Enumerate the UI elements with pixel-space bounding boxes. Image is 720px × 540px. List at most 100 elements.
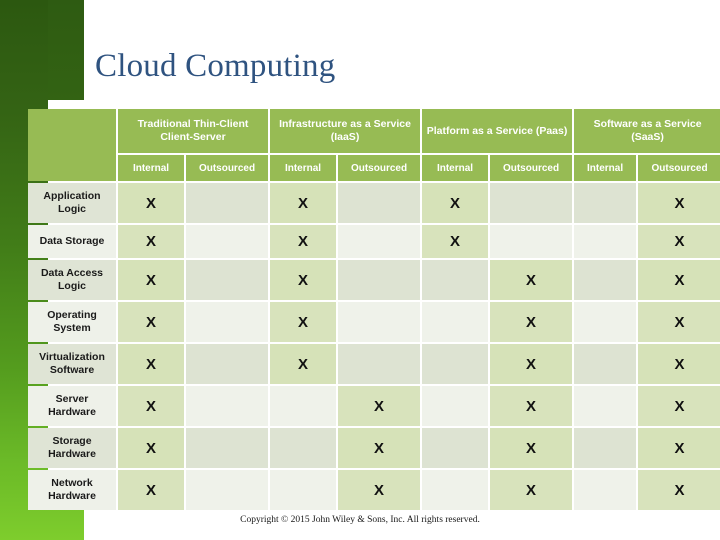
matrix-cell-empty — [574, 302, 637, 342]
matrix-cell-empty — [338, 260, 421, 300]
matrix-cell-marked: X — [270, 260, 337, 300]
row-label: Data Storage — [28, 225, 116, 258]
matrix-cell-empty — [338, 344, 421, 384]
matrix-cell-marked: X — [638, 183, 720, 223]
row-label: Application Logic — [28, 183, 116, 223]
matrix-cell-empty — [574, 225, 637, 258]
matrix-cell-empty — [186, 386, 269, 426]
column-group-traditional: Traditional Thin-Client Client-Server — [118, 109, 269, 153]
matrix-cell-marked: X — [118, 344, 184, 384]
matrix-cell-marked: X — [338, 428, 421, 468]
matrix-cell-empty — [186, 470, 269, 510]
matrix-cell-marked: X — [638, 302, 720, 342]
slide-canvas: Cloud Computing Traditional Thin-Client … — [0, 0, 720, 540]
matrix-cell-marked: X — [490, 344, 573, 384]
matrix-cell-marked: X — [422, 183, 489, 223]
cloud-responsibility-matrix: Traditional Thin-Client Client-Server In… — [26, 107, 720, 512]
matrix-cell-marked: X — [490, 260, 573, 300]
row-label: Virtualization Software — [28, 344, 116, 384]
column-group-paas: Platform as a Service (Paas) — [422, 109, 573, 153]
matrix-cell-marked: X — [638, 386, 720, 426]
matrix-cell-marked: X — [338, 386, 421, 426]
row-label: Storage Hardware — [28, 428, 116, 468]
table-row: Application Logic X X X X — [28, 183, 720, 223]
matrix-cell-marked: X — [638, 344, 720, 384]
header-group-row: Traditional Thin-Client Client-Server In… — [28, 109, 720, 181]
matrix-cell-marked: X — [118, 386, 184, 426]
matrix-cell-empty — [490, 225, 573, 258]
table-row: Data Access Logic X X X X — [28, 260, 720, 300]
matrix-cell-empty — [338, 302, 421, 342]
matrix-cell-empty — [186, 428, 269, 468]
column-group-iaas: Infrastructure as a Service (IaaS) — [270, 109, 421, 153]
matrix-cell-marked: X — [118, 183, 184, 223]
matrix-cell-empty — [422, 470, 489, 510]
matrix-cell-empty — [422, 344, 489, 384]
matrix-cell-marked: X — [338, 470, 421, 510]
subcol-paas-outsourced: Outsourced — [490, 155, 573, 181]
matrix-cell-empty — [574, 386, 637, 426]
matrix-cell-empty — [490, 183, 573, 223]
matrix-cell-marked: X — [638, 470, 720, 510]
matrix-cell-empty — [574, 344, 637, 384]
matrix-cell-marked: X — [490, 386, 573, 426]
matrix-cell-marked: X — [638, 225, 720, 258]
subcol-iaas-internal: Internal — [270, 155, 337, 181]
row-label: Data Access Logic — [28, 260, 116, 300]
copyright-notice: Copyright © 2015 John Wiley & Sons, Inc.… — [240, 515, 480, 525]
subcol-paas-internal: Internal — [422, 155, 489, 181]
matrix-cell-marked: X — [118, 428, 184, 468]
matrix-cell-empty — [422, 302, 489, 342]
matrix-cell-empty — [338, 225, 421, 258]
matrix-cell-empty — [422, 386, 489, 426]
subcol-saas-outsourced: Outsourced — [638, 155, 720, 181]
matrix-cell-empty — [186, 344, 269, 384]
table-row: Server Hardware X X X X — [28, 386, 720, 426]
matrix-cell-empty — [574, 260, 637, 300]
matrix-cell-marked: X — [118, 260, 184, 300]
subcol-traditional-internal: Internal — [118, 155, 184, 181]
matrix-cell-marked: X — [270, 344, 337, 384]
matrix-cell-empty — [422, 260, 489, 300]
column-group-saas: Software as a Service (SaaS) — [574, 109, 720, 153]
matrix-cell-marked: X — [118, 470, 184, 510]
matrix-cell-empty — [270, 470, 337, 510]
matrix-cell-empty — [186, 302, 269, 342]
matrix-cell-empty — [270, 386, 337, 426]
matrix-cell-marked: X — [270, 302, 337, 342]
matrix-cell-empty — [574, 470, 637, 510]
row-label: Server Hardware — [28, 386, 116, 426]
matrix-cell-empty — [186, 260, 269, 300]
matrix-cell-marked: X — [490, 470, 573, 510]
table-row: Network Hardware X X X X — [28, 470, 720, 510]
table-header: Traditional Thin-Client Client-Server In… — [28, 109, 720, 181]
matrix-cell-empty — [422, 428, 489, 468]
matrix-cell-marked: X — [638, 428, 720, 468]
matrix-cell-marked: X — [118, 302, 184, 342]
subcol-saas-internal: Internal — [574, 155, 637, 181]
matrix-cell-marked: X — [490, 302, 573, 342]
row-label: Network Hardware — [28, 470, 116, 510]
table-corner-cell — [28, 109, 116, 181]
matrix-cell-marked: X — [270, 225, 337, 258]
matrix-cell-empty — [186, 183, 269, 223]
matrix-cell-marked: X — [270, 183, 337, 223]
table-row: Virtualization Software X X X X — [28, 344, 720, 384]
table-row: Operating System X X X X — [28, 302, 720, 342]
subcol-traditional-outsourced: Outsourced — [186, 155, 269, 181]
page-title: Cloud Computing — [95, 48, 336, 84]
matrix-cell-marked: X — [638, 260, 720, 300]
table-row: Storage Hardware X X X X — [28, 428, 720, 468]
header-sub-row: Internal Outsourced Internal Outsourced … — [28, 155, 720, 181]
matrix-cell-empty — [338, 183, 421, 223]
table-body: Application Logic X X X X Data Storage X X X X Dat… — [28, 183, 720, 510]
matrix-cell-empty — [574, 428, 637, 468]
subcol-iaas-outsourced: Outsourced — [338, 155, 421, 181]
matrix-cell-marked: X — [490, 428, 573, 468]
matrix-cell-empty — [574, 183, 637, 223]
matrix-cell-empty — [186, 225, 269, 258]
matrix-cell-marked: X — [118, 225, 184, 258]
matrix-cell-marked: X — [422, 225, 489, 258]
matrix-cell-empty — [270, 428, 337, 468]
row-label: Operating System — [28, 302, 116, 342]
